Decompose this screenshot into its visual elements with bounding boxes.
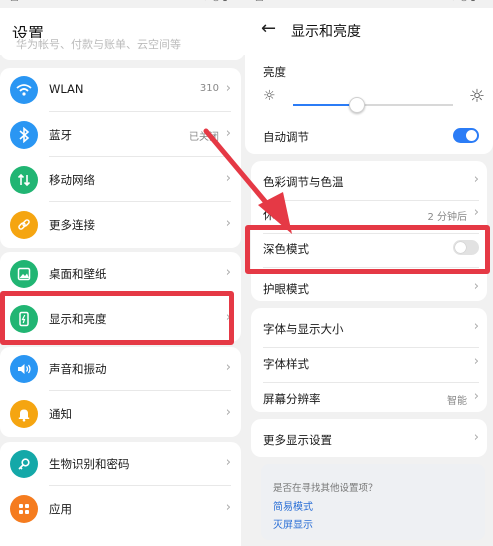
font-group: 字体与显示大小 › 字体样式 › 屏幕分辨率 智能 ›: [251, 308, 487, 412]
eye-comfort-row[interactable]: 护眼模式 ›: [251, 268, 487, 308]
chevron-right-icon: ›: [225, 216, 231, 231]
status-bar: ▤ ııl ⊕ ◔ ▮ ▭: [245, 0, 493, 8]
more-display-label: 更多显示设置: [263, 433, 332, 447]
settings-item-bluetooth[interactable]: 蓝牙 已关闭 ›: [0, 113, 241, 157]
resolution-row[interactable]: 屏幕分辨率 智能 ›: [251, 378, 487, 418]
bell-icon: [10, 400, 38, 428]
brightness-slider-fill: [293, 104, 357, 106]
settings-item-biometrics[interactable]: 生物识别和密码 ›: [0, 442, 241, 486]
font-size-row[interactable]: 字体与显示大小 ›: [251, 308, 487, 348]
font-size-label: 字体与显示大小: [263, 322, 344, 336]
account-strip[interactable]: 华为帐号、付款与账单、云空间等: [0, 38, 245, 60]
settings-item-notifications[interactable]: 通知 ›: [0, 392, 241, 436]
chevron-right-icon: ›: [225, 360, 231, 375]
chevron-right-icon: ›: [225, 500, 231, 515]
settings-item-label: 通知: [49, 407, 72, 421]
settings-item-label: 更多连接: [49, 218, 95, 232]
auto-adjust-row[interactable]: 自动调节: [251, 116, 487, 156]
brightness-label: 亮度: [263, 65, 286, 79]
suggestion-question: 是否在寻找其他设置项？: [273, 483, 378, 494]
settings-item-wlan[interactable]: WLAN 310 ›: [0, 68, 241, 112]
settings-screen: ▤ ııl ⊕ ◔ ▮ ▭ 设置 华为帐号、付款与账单、云空间等 WLAN 31…: [0, 0, 245, 546]
more-group: 更多显示设置 ›: [251, 419, 487, 457]
resolution-label: 屏幕分辨率: [263, 392, 321, 406]
apps-icon: [10, 495, 38, 523]
bluetooth-icon: [10, 121, 38, 149]
chevron-right-icon: ›: [473, 354, 479, 369]
settings-item-label: 蓝牙: [49, 128, 72, 142]
mobile-network-icon: [10, 166, 38, 194]
settings-item-label: 声音和振动: [49, 362, 107, 376]
sun-small-icon: ☼: [263, 88, 276, 104]
page-title: 显示和亮度: [291, 24, 361, 40]
display-header: ← 显示和亮度: [245, 8, 493, 56]
settings-item-apps[interactable]: 应用 ›: [0, 487, 241, 531]
sound-group: 声音和振动 › 通知 ›: [0, 347, 241, 437]
chevron-right-icon: ›: [473, 430, 479, 445]
color-temp-label: 色彩调节与色温: [263, 175, 344, 189]
status-icons: ⊕ ◔ ▮ ▭: [450, 0, 487, 3]
status-bar: ▤ ııl ⊕ ◔ ▮ ▭: [0, 0, 245, 8]
settings-item-sound[interactable]: 声音和振动 ›: [0, 347, 241, 391]
sound-icon: [10, 355, 38, 383]
brightness-group: 亮度 ☼ ☼ 自动调节: [245, 56, 493, 154]
chevron-right-icon: ›: [473, 389, 479, 404]
settings-item-label: 桌面和壁纸: [49, 267, 107, 281]
sleep-value: 2 分钟后: [427, 212, 467, 223]
security-group: 生物识别和密码 › 应用 ›: [0, 442, 241, 546]
simple-mode-link[interactable]: 简易模式: [273, 498, 313, 513]
settings-item-label: 应用: [49, 502, 72, 516]
chevron-right-icon: ›: [225, 171, 231, 186]
chevron-right-icon: ›: [225, 265, 231, 280]
connection-group: WLAN 310 › 蓝牙 已关闭 › 移动网络 › 更多连接 ›: [0, 68, 241, 248]
chevron-right-icon: ›: [473, 172, 479, 187]
display-item-highlight: [0, 291, 234, 345]
chevron-right-icon: ›: [473, 205, 479, 220]
signal-icon: ▤ ııl: [10, 0, 29, 3]
settings-item-label: 生物识别和密码: [49, 457, 130, 471]
suggestion-card: 是否在寻找其他设置项？ 简易模式 灭屏显示: [261, 464, 485, 540]
status-icons: ⊕ ◔ ▮ ▭: [202, 0, 239, 3]
signal-icon: ▤ ııl: [255, 0, 274, 3]
back-arrow-icon[interactable]: ←: [261, 18, 276, 39]
chevron-right-icon: ›: [473, 319, 479, 334]
sun-large-icon: ☼: [468, 86, 485, 107]
more-display-row[interactable]: 更多显示设置 ›: [251, 419, 487, 459]
wlan-value: 310: [199, 83, 219, 94]
brightness-slider[interactable]: [293, 97, 453, 113]
settings-item-mobile-network[interactable]: 移动网络 ›: [0, 158, 241, 202]
chevron-right-icon: ›: [225, 455, 231, 470]
settings-item-label: 移动网络: [49, 173, 95, 187]
font-style-label: 字体样式: [263, 357, 309, 371]
chevron-right-icon: ›: [225, 81, 231, 96]
sleep-label: 休眠: [263, 208, 286, 222]
chevron-right-icon: ›: [225, 405, 231, 420]
settings-item-more-connections[interactable]: 更多连接 ›: [0, 203, 241, 247]
auto-adjust-toggle[interactable]: [453, 128, 479, 143]
dark-mode-highlight: [245, 225, 490, 274]
resolution-value: 智能: [447, 396, 467, 407]
account-hint: 华为帐号、付款与账单、云空间等: [16, 38, 181, 51]
auto-adjust-label: 自动调节: [263, 130, 309, 144]
settings-item-wallpaper[interactable]: 桌面和壁纸 ›: [0, 252, 241, 296]
chevron-right-icon: ›: [225, 126, 231, 141]
aod-link[interactable]: 灭屏显示: [273, 516, 313, 531]
chevron-right-icon: ›: [473, 279, 479, 294]
brightness-slider-thumb[interactable]: [349, 97, 365, 113]
key-icon: [10, 450, 38, 478]
wifi-icon: [10, 76, 38, 104]
link-icon: [10, 211, 38, 239]
wallpaper-icon: [10, 260, 38, 288]
bluetooth-value: 已关闭: [189, 132, 219, 143]
font-style-row[interactable]: 字体样式 ›: [251, 343, 487, 383]
eye-comfort-label: 护眼模式: [263, 282, 309, 296]
settings-item-label: WLAN: [49, 82, 84, 96]
